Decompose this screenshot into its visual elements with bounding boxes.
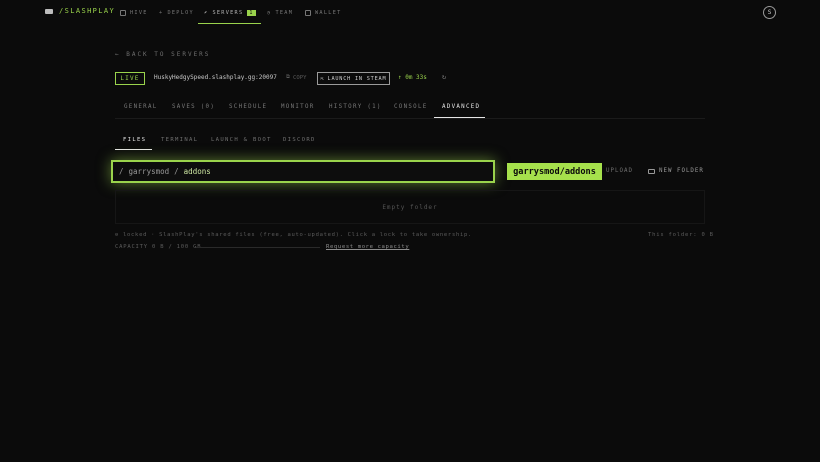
subtab-terminal[interactable]: TERMINAL (161, 137, 198, 143)
logo[interactable]: /SLASHPLAY (45, 7, 115, 15)
hive-icon (120, 9, 126, 16)
wallet-icon (305, 9, 311, 16)
path-segment-garrysmod[interactable]: garrysmod (129, 167, 170, 176)
tab-history[interactable]: HISTORY (1) (329, 104, 382, 110)
folder-icon (648, 168, 655, 174)
nav-item-servers[interactable]: ⬈ SERVERS 1 (204, 7, 256, 18)
subtab-discord[interactable]: DISCORD (283, 137, 316, 143)
capacity-label: CAPACITY 0 B / 100 GB (115, 244, 202, 250)
tab-general[interactable]: GENERAL (124, 104, 158, 110)
request-capacity-link[interactable]: Request more capacity (326, 244, 409, 250)
path-root[interactable]: / (119, 167, 124, 176)
nav-active-underline (198, 23, 261, 24)
tab-schedule[interactable]: SCHEDULE (229, 104, 267, 110)
top-nav: /SLASHPLAY HIVE + DEPLOY ⬈ SERVERS 1 ◔ T… (0, 0, 820, 25)
plus-icon: + (159, 9, 164, 16)
tab-saves[interactable]: SAVES (0) (172, 104, 215, 110)
nav-item-hive[interactable]: HIVE (120, 7, 148, 18)
tab-monitor[interactable]: MONITOR (281, 104, 315, 110)
path-segment-current: addons (183, 167, 211, 176)
capacity-bar (196, 247, 320, 248)
tabs-divider (115, 118, 705, 119)
avatar[interactable]: S (763, 6, 776, 19)
team-icon: ◔ (267, 9, 272, 16)
launch-in-steam-button[interactable]: ⇱ LAUNCH IN STEAM (317, 72, 390, 85)
file-list: Empty folder (115, 190, 705, 224)
folder-size: This folder: 0 B (648, 232, 714, 238)
external-link-icon: ⇱ (320, 75, 325, 82)
subtab-files[interactable]: FILES (123, 137, 146, 143)
back-to-servers-link[interactable]: ← BACK TO SERVERS (115, 51, 210, 58)
nav-item-team[interactable]: ◔ TEAM (267, 7, 293, 18)
empty-folder-text: Empty folder (382, 203, 438, 211)
nav-item-deploy[interactable]: + DEPLOY (159, 7, 194, 18)
logo-text: /SLASHPLAY (59, 7, 116, 15)
path-breadcrumb[interactable]: / garrysmod / addons (111, 160, 495, 183)
server-host: HuskyHedgySpeed.slashplay.gg:20097 (154, 74, 277, 81)
servers-count-badge: 1 (247, 9, 256, 16)
new-folder-button[interactable]: NEW FOLDER (648, 168, 704, 174)
copy-icon: ⧉ (286, 74, 290, 80)
upload-button[interactable]: UPLOAD (606, 168, 633, 174)
refresh-icon[interactable]: ↻ (442, 73, 446, 81)
tab-advanced[interactable]: ADVANCED (442, 104, 480, 110)
tab-console[interactable]: CONSOLE (394, 104, 428, 110)
status-badge: LIVE (115, 72, 145, 85)
subtab-launch-boot[interactable]: LAUNCH & BOOT (211, 137, 272, 143)
path-separator: / (174, 167, 179, 176)
logo-mark-icon (45, 8, 53, 14)
nav-item-wallet[interactable]: WALLET (305, 7, 342, 18)
uptime: ↑ 0m 33s (398, 74, 427, 81)
current-path-label: garrysmod/addons (507, 163, 602, 180)
locked-note: ⊖ locked · SlashPlay's shared files (fre… (115, 232, 473, 238)
rocket-icon: ⬈ (204, 9, 209, 16)
subtab-active-underline (115, 149, 152, 150)
copy-button[interactable]: ⧉ COPY (286, 74, 306, 81)
tab-active-underline (434, 117, 485, 118)
